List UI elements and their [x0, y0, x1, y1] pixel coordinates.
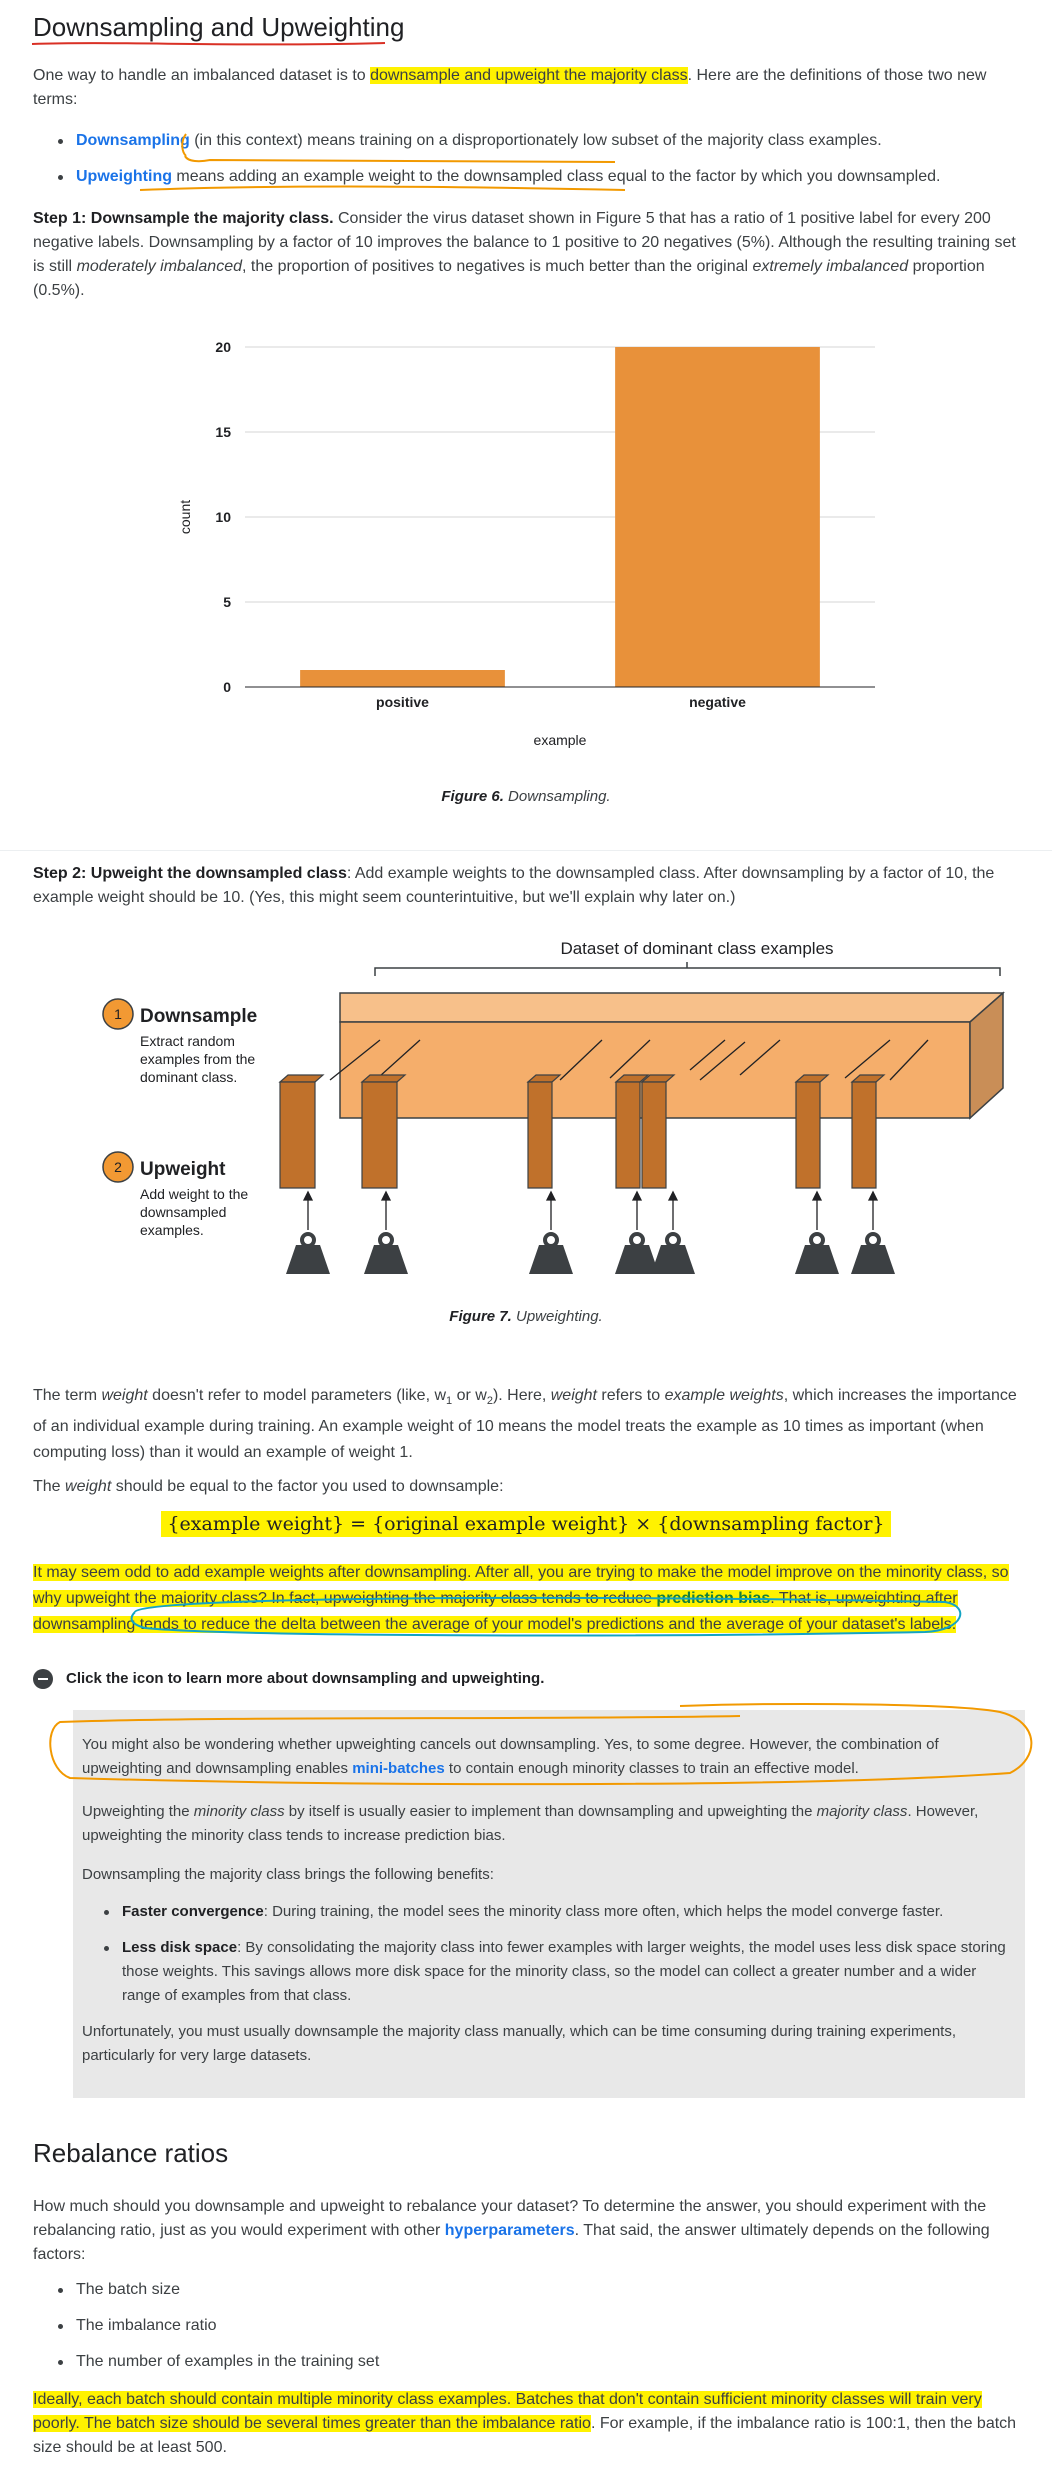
paragraph-text: refers to [596, 1387, 665, 1404]
weight-formula: {example weight} = {original example wei… [0, 1511, 1052, 1537]
expanded-paragraph-2: Upweighting the minority class by itself… [82, 1800, 1007, 1848]
expand-label[interactable]: Click the icon to learn more about downs… [66, 1667, 544, 1691]
figure-label: Figure 6. [441, 788, 504, 805]
benefit-text: : During training, the model sees the mi… [263, 1903, 944, 1920]
paragraph-text: ). Here, [492, 1387, 551, 1404]
paragraph-text: doesn't refer to model parameters (like,… [147, 1387, 447, 1404]
paragraph-emphasis: weight [65, 1478, 112, 1495]
paragraph-text: should be equal to the factor you used t… [111, 1478, 504, 1495]
figure-caption-text: Upweighting. [511, 1308, 603, 1325]
step2-title: Step 2: Upweight the downsampled class [33, 865, 347, 882]
step1-text: , the proportion of positives to negativ… [241, 258, 753, 275]
downsampling-bar-chart: 0 5 10 15 20 positive negative example count [177, 339, 875, 748]
list-item: The imbalance ratio [50, 2314, 1010, 2338]
paragraph-text: by itself is usually easier to implement… [284, 1803, 817, 1820]
step1-paragraph: Step 1: Downsample the majority class. C… [33, 207, 1018, 303]
divider [0, 850, 1052, 851]
intro-text: One way to handle an imbalanced dataset … [33, 67, 371, 84]
paragraph-emphasis: weight [101, 1387, 148, 1404]
paragraph-emphasis: example weights [664, 1387, 784, 1404]
paragraph-emphasis: minority class [193, 1803, 285, 1820]
step-1-desc-line: Extract random [140, 1033, 235, 1049]
intro-paragraph: One way to handle an imbalanced dataset … [33, 64, 1013, 112]
step1-emphasis: extremely imbalanced [752, 258, 909, 275]
list-item: Less disk space: By consolidating the ma… [96, 1936, 1006, 2008]
list-item: Faster convergence: During training, the… [96, 1900, 1006, 1924]
batch-size-paragraph: Ideally, each batch should contain multi… [33, 2388, 1018, 2460]
upweighting-illustration: Dataset of dominant class examples 1 Dow… [102, 939, 1005, 1274]
factors-list: The batch size The imbalance ratio The n… [50, 2278, 1010, 2374]
list-item: The number of examples in the training s… [50, 2350, 1010, 2374]
dataset-label: Dataset of dominant class examples [560, 939, 833, 958]
x-axis-label: example [534, 732, 587, 748]
figure-6-caption: Figure 6. Downsampling. [0, 785, 1052, 809]
y-tick-label: 0 [223, 679, 231, 695]
orange-box-annotation [49, 1703, 1033, 1786]
y-axis-label: count [177, 500, 193, 534]
bar [300, 670, 505, 687]
step-2-desc-line: examples. [140, 1222, 204, 1238]
formula-text: {example weight} = {original example wei… [161, 1511, 891, 1537]
rebalance-paragraph: How much should you downsample and upwei… [33, 2195, 1018, 2267]
x-tick-label: positive [376, 694, 429, 710]
step-1-title: Downsample [140, 1006, 257, 1027]
hyperparameters-link[interactable]: hyperparameters [445, 2222, 575, 2239]
expanded-paragraph-3: Downsampling the majority class brings t… [82, 1866, 494, 1883]
y-tick-label: 20 [215, 339, 231, 355]
figure-7-caption: Figure 7. Upweighting. [0, 1305, 1052, 1329]
section-heading: Rebalance ratios [33, 2138, 229, 2168]
expanded-paragraph-4: Unfortunately, you must usually downsamp… [82, 2023, 957, 2064]
dataset-box-top [339, 992, 1005, 1023]
benefit-term: Less disk space [122, 1939, 238, 1956]
step-2-desc-line: Add weight to the [140, 1186, 248, 1202]
expand-toggle[interactable]: Click the icon to learn more about downs… [33, 1665, 1018, 1693]
weight-icons [286, 1232, 895, 1274]
paragraph-text: or w [452, 1387, 487, 1404]
y-tick-label: 15 [215, 424, 231, 440]
benefits-list: Faster convergence: During training, the… [96, 1900, 1006, 2008]
step-1-desc-line: dominant class. [140, 1069, 237, 1085]
weight-equal-paragraph: The weight should be equal to the factor… [33, 1475, 1018, 1499]
intro-highlight: downsample and upweight the majority cla… [370, 67, 688, 84]
benefit-term: Faster convergence [122, 1903, 264, 1920]
y-tick-label: 5 [223, 594, 231, 610]
step-1-number: 1 [114, 1006, 122, 1022]
step2-paragraph: Step 2: Upweight the downsampled class: … [33, 862, 1018, 910]
benefit-text: : By consolidating the majority class in… [122, 1939, 1006, 2004]
step-1-desc-line: examples from the [140, 1051, 255, 1067]
paragraph-emphasis: weight [550, 1387, 597, 1404]
step1-title: Step 1: Downsample the majority class. [33, 210, 334, 227]
collapse-icon[interactable] [33, 1669, 53, 1689]
x-tick-label: negative [689, 694, 746, 710]
weight-arrows [302, 1190, 879, 1230]
orange-annotation [139, 133, 626, 191]
step-2-desc-line: downsampled [140, 1204, 226, 1220]
paragraph-text: The [33, 1478, 66, 1495]
step-2-title: Upweight [140, 1159, 226, 1180]
teal-ellipse-annotation [130, 1596, 962, 1637]
step1-emphasis: moderately imbalanced [76, 258, 242, 275]
y-tick-label: 10 [215, 509, 231, 525]
step-2-number: 2 [114, 1159, 122, 1175]
paragraph-text: Upweighting the [82, 1803, 194, 1820]
paragraph-text: The term [33, 1387, 102, 1404]
list-item: The batch size [50, 2278, 1010, 2302]
weight-definition-paragraph: The term weight doesn't refer to model p… [33, 1383, 1018, 1466]
paragraph-emphasis: majority class [816, 1803, 908, 1820]
figure-label: Figure 7. [449, 1308, 512, 1325]
figure-caption-text: Downsampling. [503, 788, 611, 805]
bar [615, 347, 820, 687]
red-underline-annotation [31, 42, 386, 46]
dataset-bracket [374, 962, 1001, 976]
